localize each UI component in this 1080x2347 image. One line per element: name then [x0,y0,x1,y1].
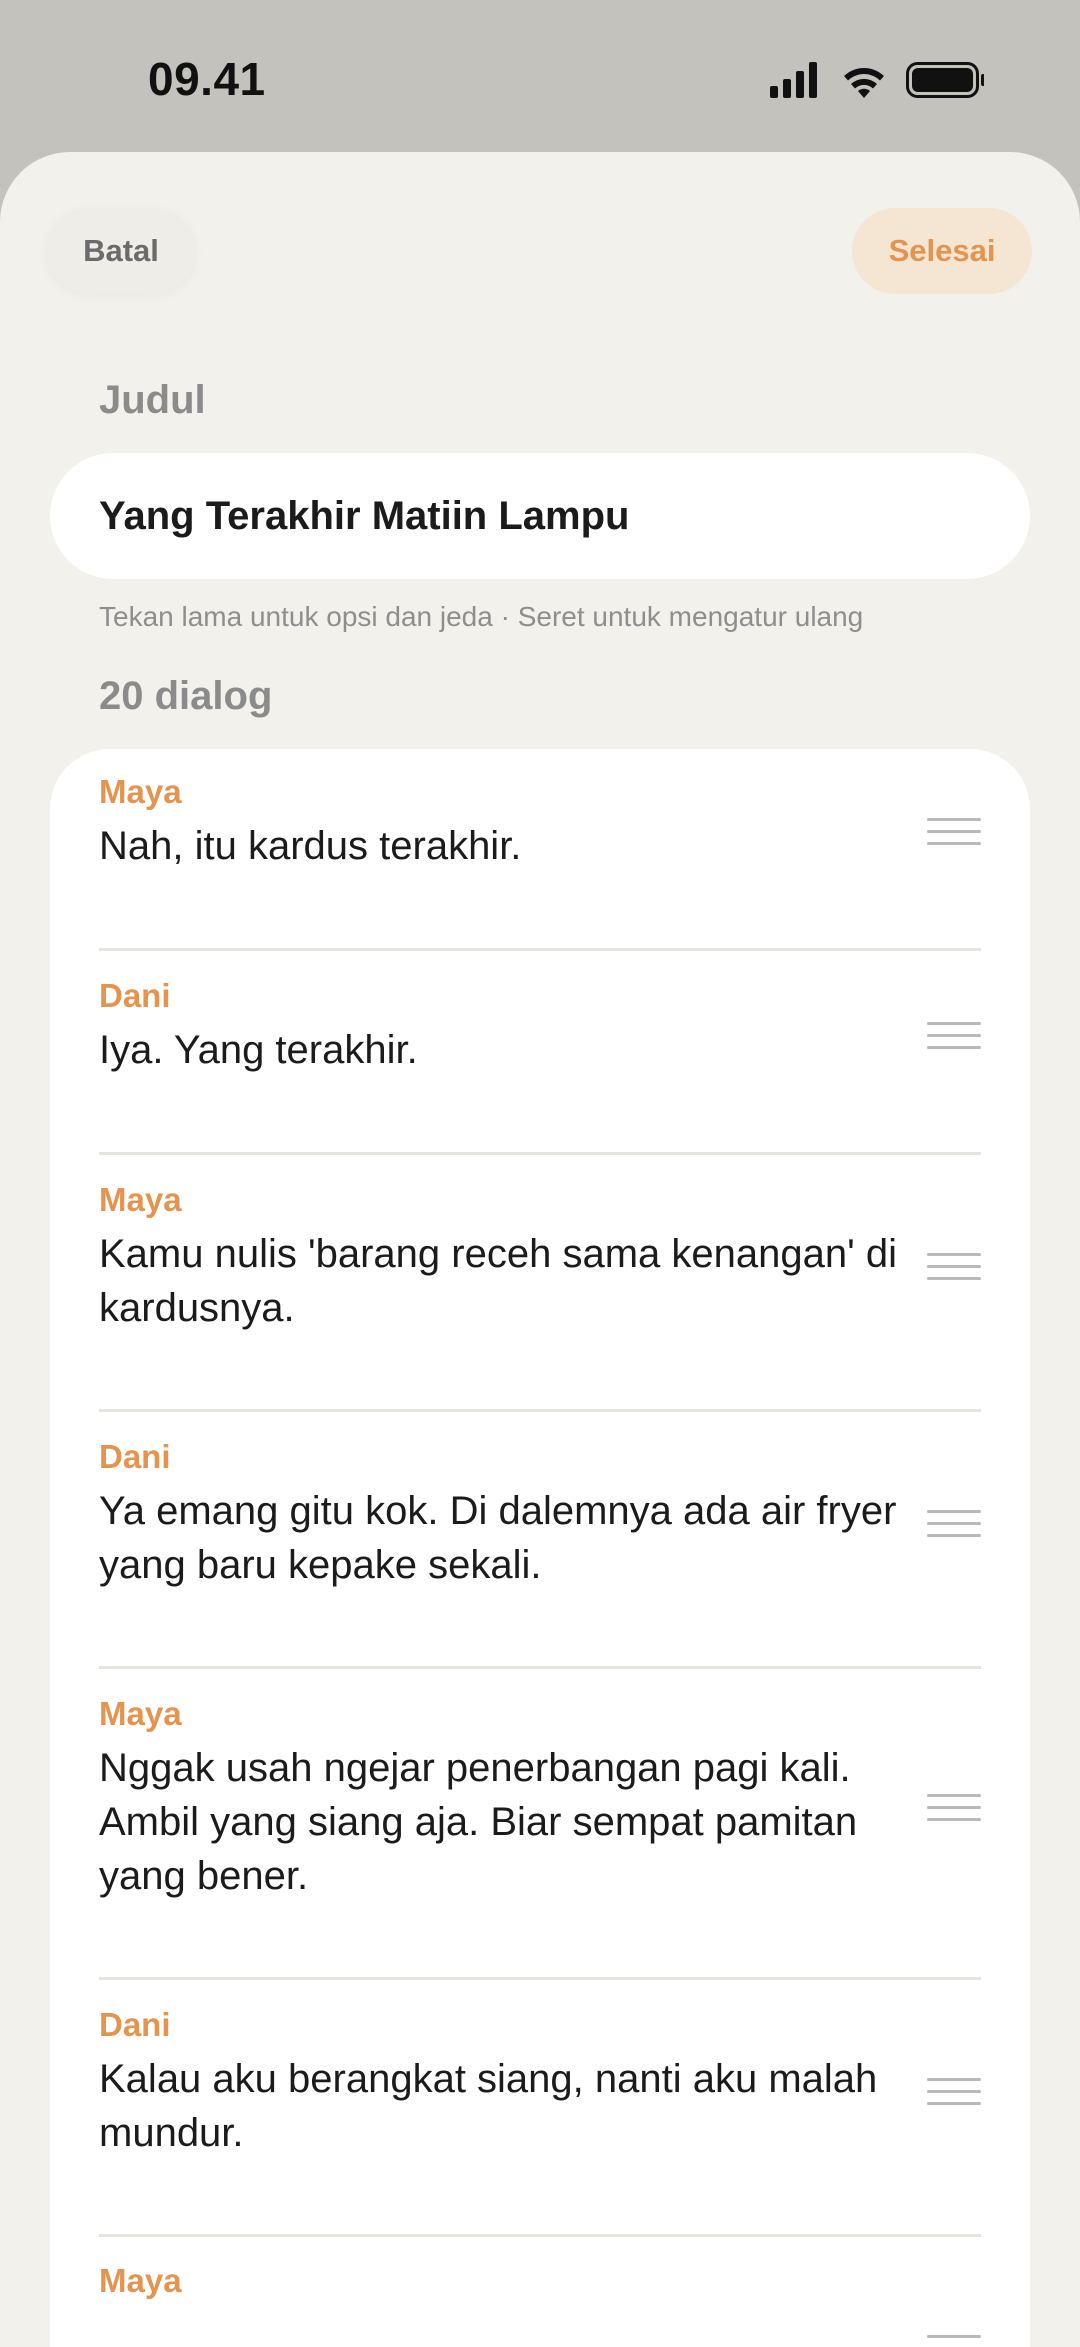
drag-handle-icon[interactable] [927,2078,981,2106]
divider [99,2234,981,2237]
drag-handle-icon[interactable] [927,818,981,846]
divider [99,1409,981,1412]
dialog-item[interactable]: Maya [99,2262,981,2338]
title-input[interactable]: Yang Terakhir Matiin Lampu [50,453,1030,579]
drag-handle-icon[interactable] [927,1022,981,1050]
dialog-item[interactable]: Maya Nggak usah ngejar penerbangan pagi … [99,1695,981,1903]
dialog-item[interactable]: Dani Ya emang gitu kok. Di dalemnya ada … [99,1438,981,1592]
dialog-speaker: Maya [99,2262,182,2299]
divider [99,1152,981,1155]
dialog-text: Iya. Yang terakhir. [99,1028,418,1072]
dialog-text: Kalau aku berangkat siang, nanti aku mal… [99,2057,878,2155]
divider [99,948,981,951]
dialog-item[interactable]: Dani Kalau aku berangkat siang, nanti ak… [99,2006,981,2160]
dialog-text: Nggak usah ngejar penerbangan pagi kali.… [99,1746,858,1898]
dialog-speaker: Maya [99,1695,182,1732]
dialog-item[interactable]: Maya Kamu nulis 'barang receh sama kenan… [99,1181,981,1335]
cellular-signal-icon [770,62,817,98]
done-button[interactable]: Selesai [852,208,1032,294]
status-bar: 09.41 [0,0,1080,150]
divider [99,1977,981,1980]
status-time: 09.41 [148,53,266,105]
reorder-hint: Tekan lama untuk opsi dan jeda · Seret u… [99,601,864,632]
status-icons [770,62,984,98]
dialog-text: Kamu nulis 'barang receh sama kenangan' … [99,1232,897,1330]
dialog-speaker: Maya [99,773,182,810]
dialog-text: Ya emang gitu kok. Di dalemnya ada air f… [99,1489,897,1587]
dialog-text: Nah, itu kardus terakhir. [99,824,522,868]
dialog-item[interactable]: Maya Nah, itu kardus terakhir. [99,773,981,873]
dialog-list: Maya Nah, itu kardus terakhir. Dani Iya.… [50,749,1030,2347]
dialog-speaker: Dani [99,977,171,1014]
dialog-speaker: Maya [99,1181,182,1218]
drag-handle-icon[interactable] [927,1794,981,1822]
divider [99,1666,981,1669]
dialog-count: 20 dialog [99,674,273,718]
edit-sheet: Batal Selesai Judul Yang Terakhir Matiin… [0,152,1080,2347]
dialog-speaker: Dani [99,2006,171,2043]
wifi-icon [844,68,884,98]
drag-handle-icon[interactable] [927,1253,981,1281]
title-section-label: Judul [99,378,206,422]
cancel-button[interactable]: Batal [46,208,196,294]
dialog-speaker: Dani [99,1438,171,1475]
battery-icon [906,62,984,98]
dialog-item[interactable]: Dani Iya. Yang terakhir. [99,977,981,1077]
drag-handle-icon[interactable] [927,1510,981,1538]
drag-handle-icon[interactable] [927,2335,981,2347]
